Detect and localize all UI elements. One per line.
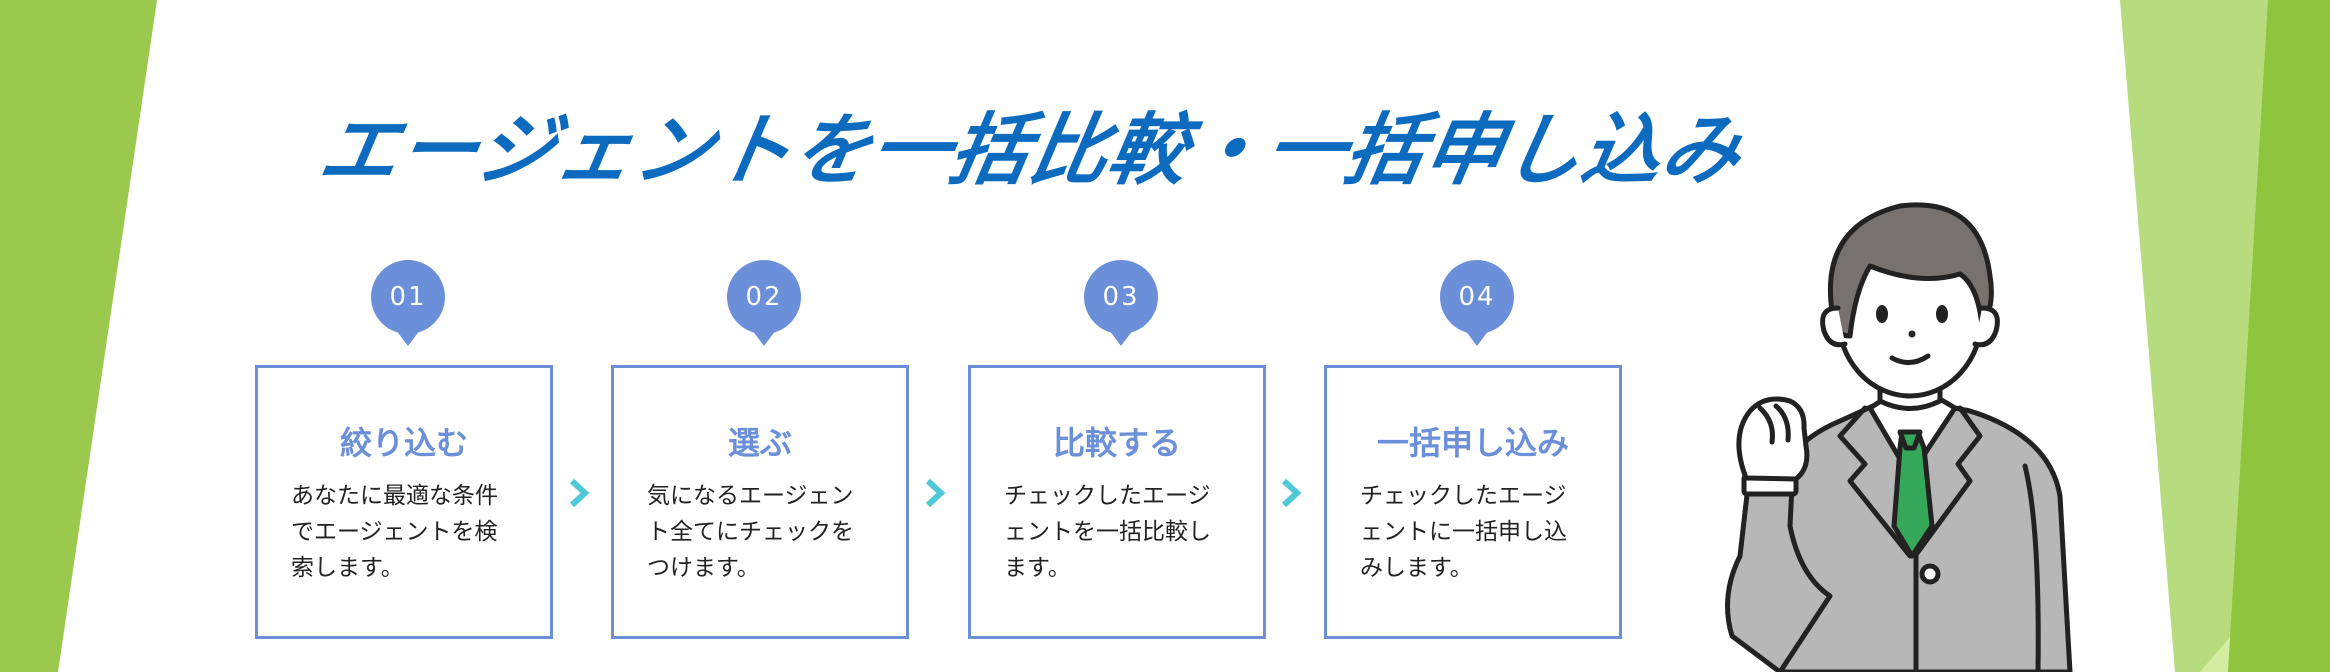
- step-3: 03 比較する チェックしたエージ ェントを一括比較し ます。: [968, 260, 1272, 645]
- step-card: 絞り込む あなたに最適な条件 でエージェントを検 索します。: [255, 365, 553, 639]
- step-2: 02 選ぶ 気になるエージェン ト全てにチェックを つけます。: [611, 260, 915, 645]
- businessman-illustration: [1725, 202, 2073, 672]
- step-1: 01 絞り込む あなたに最適な条件 でエージェントを検 索します。: [255, 260, 559, 645]
- step-description-line: でエージェントを検: [291, 519, 498, 545]
- chevron-right-icon: [1281, 478, 1302, 508]
- step-number-badge: 02: [727, 260, 801, 346]
- step-description-line: みします。: [1360, 555, 1473, 581]
- step-description-line: つけます。: [647, 555, 760, 581]
- step-description-line: チェックしたエージ: [1004, 483, 1211, 509]
- step-description-line: ェントを一括比較し: [1004, 519, 1211, 545]
- step-description: チェックしたエージ ェントに一括申し込 みします。: [1360, 478, 1593, 586]
- step-description-line: ト全てにチェックを: [647, 519, 854, 545]
- step-description: 気になるエージェン ト全てにチェックを つけます。: [647, 478, 880, 586]
- step-number-badge: 01: [371, 260, 445, 346]
- page-title: エージェントを一括比較・一括申し込み: [312, 106, 1750, 196]
- step-description-line: ェントに一括申し込: [1360, 519, 1567, 545]
- chevron-right-icon: [925, 478, 946, 508]
- step-card: 一括申し込み チェックしたエージ ェントに一括申し込 みします。: [1324, 365, 1622, 639]
- step-description: チェックしたエージ ェントを一括比較し ます。: [1004, 478, 1237, 586]
- step-4: 04 一括申し込み チェックしたエージ ェントに一括申し込 みします。: [1324, 260, 1628, 645]
- step-title: 選ぶ: [727, 424, 792, 462]
- step-number-badge: 04: [1440, 260, 1514, 346]
- step-description-line: 気になるエージェン: [647, 483, 854, 509]
- step-description-line: ます。: [1004, 555, 1071, 581]
- step-description-line: 索します。: [291, 555, 404, 581]
- chevron-right-icon: [569, 478, 590, 508]
- step-card: 選ぶ 気になるエージェン ト全てにチェックを つけます。: [611, 365, 909, 639]
- suit-button: [1919, 563, 1941, 585]
- left-green-stripe: [0, 0, 157, 672]
- step-description: あなたに最適な条件 でエージェントを検 索します。: [291, 478, 524, 586]
- step-description-line: あなたに最適な条件: [291, 483, 498, 509]
- step-description-line: チェックしたエージ: [1360, 483, 1567, 509]
- step-number-badge: 03: [1084, 260, 1158, 346]
- step-title: 比較する: [1052, 424, 1181, 462]
- step-card: 比較する チェックしたエージ ェントを一括比較し ます。: [968, 365, 1266, 639]
- step-title: 絞り込む: [339, 424, 468, 462]
- step-title: 一括申し込み: [1376, 424, 1569, 462]
